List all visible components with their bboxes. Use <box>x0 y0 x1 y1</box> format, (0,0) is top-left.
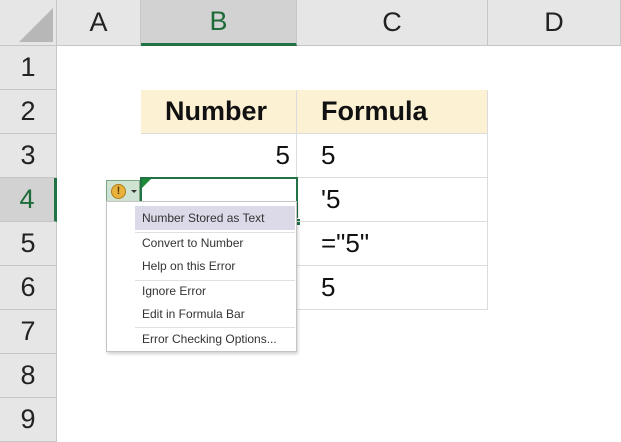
column-header-a[interactable]: A <box>57 0 141 46</box>
warning-icon: ! <box>111 183 126 199</box>
row-header-4[interactable]: 4 <box>0 178 57 222</box>
cell-c5[interactable]: ="5" <box>297 222 488 266</box>
column-header-b[interactable]: B <box>141 0 297 46</box>
cell-c6[interactable]: 5 <box>297 266 488 310</box>
menu-item-help-on-error[interactable]: Help on this Error <box>135 254 295 278</box>
dropdown-arrow-icon <box>131 189 137 193</box>
error-indicator-triangle <box>142 179 151 188</box>
cell-c3[interactable]: 5 <box>297 134 488 178</box>
row-header-1[interactable]: 1 <box>0 46 57 90</box>
cell-b2-number-header[interactable]: Number <box>141 90 297 134</box>
row-header-7[interactable]: 7 <box>0 310 57 354</box>
column-header-c[interactable]: C <box>297 0 488 46</box>
row-header-8[interactable]: 8 <box>0 354 57 398</box>
error-options-menu: Number Stored as Text Convert to Number … <box>106 201 297 352</box>
menu-item-convert-to-number[interactable]: Convert to Number <box>135 231 295 255</box>
error-checking-button[interactable]: ! <box>106 180 140 202</box>
menu-item-error-checking-options[interactable]: Error Checking Options... <box>135 327 295 351</box>
row-header-2[interactable]: 2 <box>0 90 57 134</box>
row-header-3[interactable]: 3 <box>0 134 57 178</box>
menu-title-number-stored-as-text: Number Stored as Text <box>135 206 295 230</box>
row-header-5[interactable]: 5 <box>0 222 57 266</box>
row-header-6[interactable]: 6 <box>0 266 57 310</box>
select-all-triangle <box>19 8 53 42</box>
select-all-corner[interactable] <box>0 0 57 46</box>
cell-c2-formula-header[interactable]: Formula <box>297 90 488 134</box>
menu-item-ignore-error[interactable]: Ignore Error <box>135 279 295 303</box>
menu-item-edit-in-formula-bar[interactable]: Edit in Formula Bar <box>135 302 295 326</box>
cell-b3[interactable]: 5 <box>141 134 297 178</box>
column-header-d[interactable]: D <box>488 0 621 46</box>
cell-c4[interactable]: '5 <box>297 178 488 222</box>
row-header-9[interactable]: 9 <box>0 398 57 442</box>
